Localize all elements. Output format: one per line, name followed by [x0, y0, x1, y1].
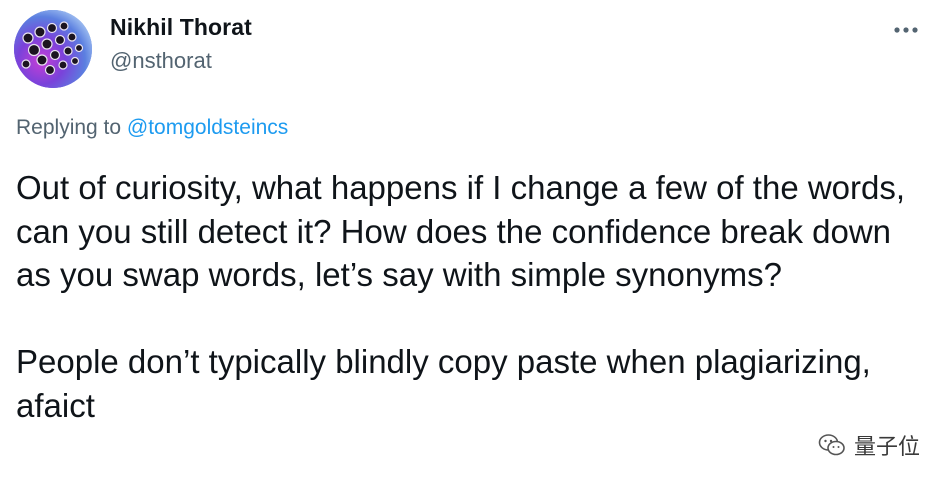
watermark-text: 量子位	[854, 435, 921, 460]
replying-to-line: Replying to @tomgoldsteincs	[16, 116, 288, 140]
replying-to-label: Replying to	[16, 116, 127, 139]
more-horizontal-icon	[894, 27, 918, 33]
avatar-image	[14, 10, 92, 88]
wechat-logo-icon	[818, 434, 845, 456]
author-display-name[interactable]: Nikhil Thorat	[110, 14, 252, 41]
author-handle[interactable]: @nsthorat	[110, 48, 212, 74]
avatar[interactable]	[14, 10, 92, 88]
more-options-button[interactable]	[886, 20, 926, 40]
tweet-paragraph-1: Out of curiosity, what happens if I chan…	[16, 169, 906, 293]
reply-mention-link[interactable]: @tomgoldsteincs	[127, 116, 288, 139]
watermark: 量子位	[818, 428, 920, 462]
tweet-paragraph-2: People don’t typically blindly copy past…	[16, 343, 871, 424]
tweet-text: Out of curiosity, what happens if I chan…	[16, 166, 916, 427]
